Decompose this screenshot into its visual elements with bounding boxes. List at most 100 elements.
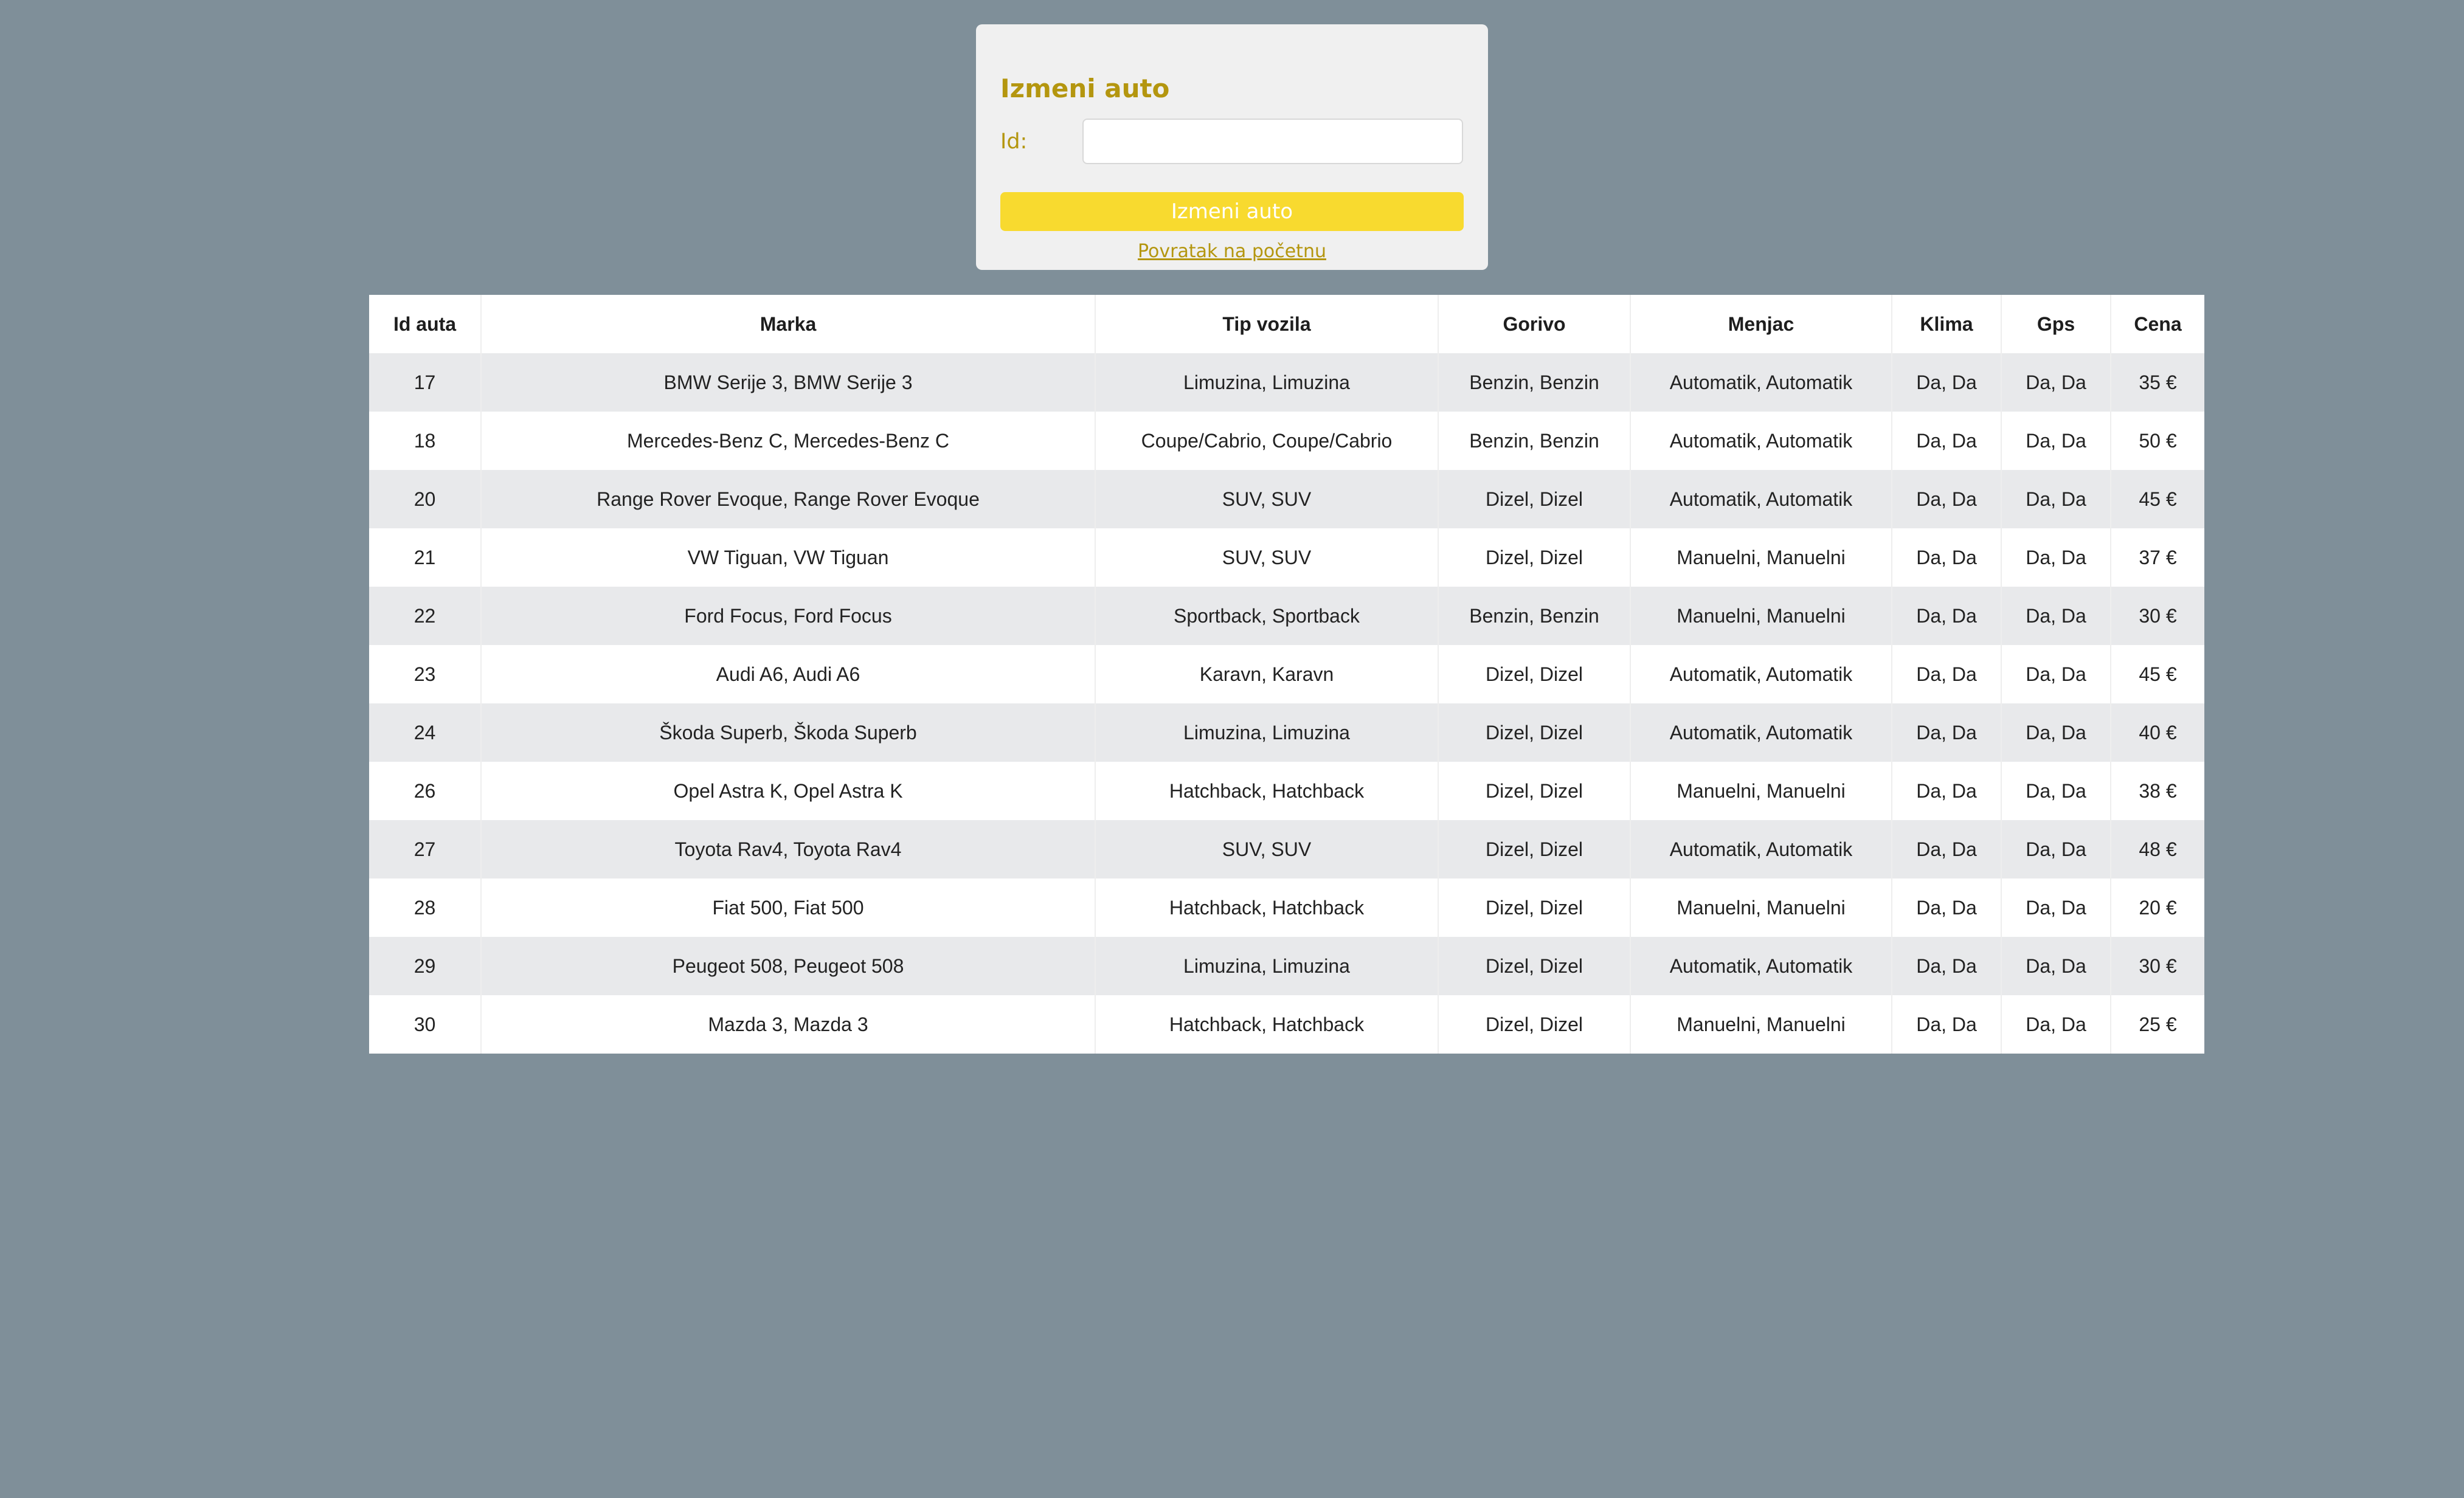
cars-table-container: Id auta Marka Tip vozila Gorivo Menjac K… bbox=[369, 295, 2204, 1054]
table-row: 29 Peugeot 508, Peugeot 508 Limuzina, Limu… bbox=[369, 937, 2204, 995]
cell-menjac: Manuelni, Manuelni bbox=[1630, 878, 1892, 937]
cell-id: 29 bbox=[369, 937, 482, 995]
cell-menjac: Automatik, Automatik bbox=[1630, 412, 1892, 470]
table-row: 17 BMW Serije 3, BMW Serije 3 Limuzina, Li… bbox=[369, 353, 2204, 412]
cell-cena: 37 € bbox=[2111, 528, 2204, 587]
cell-cena: 48 € bbox=[2111, 820, 2204, 878]
cell-gps: Da, Da bbox=[2001, 878, 2111, 937]
table-row: 26 Opel Astra K, Opel Astra K Hatchback, H… bbox=[369, 762, 2204, 820]
cell-klima: Da, Da bbox=[1892, 937, 2002, 995]
column-header-gps: Gps bbox=[2001, 295, 2111, 353]
cell-gorivo: Dizel, Dizel bbox=[1438, 820, 1631, 878]
table-row: 27 Toyota Rav4, Toyota Rav4 SUV, SUV Dizel,… bbox=[369, 820, 2204, 878]
cell-menjac: Automatik, Automatik bbox=[1630, 820, 1892, 878]
cell-menjac: Automatik, Automatik bbox=[1630, 353, 1892, 412]
column-header-cena: Cena bbox=[2111, 295, 2204, 353]
cell-tip-vozila: Limuzina, Limuzina bbox=[1095, 703, 1439, 762]
table-row: 21 VW Tiguan, VW Tiguan SUV, SUV Dizel, Diz… bbox=[369, 528, 2204, 587]
cell-cena: 30 € bbox=[2111, 587, 2204, 645]
cars-table: Id auta Marka Tip vozila Gorivo Menjac K… bbox=[369, 295, 2204, 1054]
cell-menjac: Manuelni, Manuelni bbox=[1630, 995, 1892, 1054]
cell-cena: 45 € bbox=[2111, 645, 2204, 703]
cell-klima: Da, Da bbox=[1892, 703, 2002, 762]
cell-tip-vozila: SUV, SUV bbox=[1095, 820, 1439, 878]
cell-id: 22 bbox=[369, 587, 482, 645]
cell-tip-vozila: Karavn, Karavn bbox=[1095, 645, 1439, 703]
cell-marka: Range Rover Evoque, Range Rover Evoque bbox=[481, 470, 1096, 528]
column-header-gorivo: Gorivo bbox=[1438, 295, 1631, 353]
cell-klima: Da, Da bbox=[1892, 528, 2002, 587]
cell-marka: Peugeot 508, Peugeot 508 bbox=[481, 937, 1096, 995]
cell-tip-vozila: Hatchback, Hatchback bbox=[1095, 762, 1439, 820]
cell-marka: Mercedes-Benz C, Mercedes-Benz C bbox=[481, 412, 1096, 470]
cell-marka: BMW Serije 3, BMW Serije 3 bbox=[481, 353, 1096, 412]
cell-gorivo: Dizel, Dizel bbox=[1438, 645, 1631, 703]
cell-menjac: Automatik, Automatik bbox=[1630, 937, 1892, 995]
cell-gps: Da, Da bbox=[2001, 353, 2111, 412]
cell-gps: Da, Da bbox=[2001, 587, 2111, 645]
id-input[interactable] bbox=[1082, 119, 1463, 164]
cell-menjac: Automatik, Automatik bbox=[1630, 645, 1892, 703]
cell-marka: Škoda Superb, Škoda Superb bbox=[481, 703, 1096, 762]
cell-tip-vozila: SUV, SUV bbox=[1095, 470, 1439, 528]
form-title: Izmeni auto bbox=[1000, 74, 1170, 103]
cell-klima: Da, Da bbox=[1892, 470, 2002, 528]
cell-id: 27 bbox=[369, 820, 482, 878]
cell-gps: Da, Da bbox=[2001, 937, 2111, 995]
cell-gorivo: Dizel, Dizel bbox=[1438, 878, 1631, 937]
cell-cena: 50 € bbox=[2111, 412, 2204, 470]
table-row: 24 Škoda Superb, Škoda Superb Limuzina, Li… bbox=[369, 703, 2204, 762]
cell-tip-vozila: Limuzina, Limuzina bbox=[1095, 937, 1439, 995]
table-header-row: Id auta Marka Tip vozila Gorivo Menjac K… bbox=[369, 295, 2204, 353]
cell-gorivo: Dizel, Dizel bbox=[1438, 703, 1631, 762]
cell-klima: Da, Da bbox=[1892, 762, 2002, 820]
cell-gps: Da, Da bbox=[2001, 645, 2111, 703]
cell-tip-vozila: Hatchback, Hatchback bbox=[1095, 995, 1439, 1054]
cell-id: 20 bbox=[369, 470, 482, 528]
table-row: 23 Audi A6, Audi A6 Karavn, Karavn Dizel, D… bbox=[369, 645, 2204, 703]
cell-menjac: Automatik, Automatik bbox=[1630, 703, 1892, 762]
cell-marka: Mazda 3, Mazda 3 bbox=[481, 995, 1096, 1054]
cell-menjac: Manuelni, Manuelni bbox=[1630, 528, 1892, 587]
cell-klima: Da, Da bbox=[1892, 645, 2002, 703]
table-body: 17 BMW Serije 3, BMW Serije 3 Limuzina, Li… bbox=[369, 353, 2204, 1054]
cell-id: 26 bbox=[369, 762, 482, 820]
cell-id: 28 bbox=[369, 878, 482, 937]
cell-klima: Da, Da bbox=[1892, 587, 2002, 645]
cell-tip-vozila: Sportback, Sportback bbox=[1095, 587, 1439, 645]
cell-menjac: Manuelni, Manuelni bbox=[1630, 762, 1892, 820]
edit-car-button[interactable]: Izmeni auto bbox=[1000, 192, 1464, 231]
cell-id: 17 bbox=[369, 353, 482, 412]
cell-gps: Da, Da bbox=[2001, 412, 2111, 470]
cell-cena: 40 € bbox=[2111, 703, 2204, 762]
cell-marka: Fiat 500, Fiat 500 bbox=[481, 878, 1096, 937]
cell-gorivo: Dizel, Dizel bbox=[1438, 762, 1631, 820]
cell-klima: Da, Da bbox=[1892, 820, 2002, 878]
table-row: 18 Mercedes-Benz C, Mercedes-Benz C Coupe/… bbox=[369, 412, 2204, 470]
cell-tip-vozila: Coupe/Cabrio, Coupe/Cabrio bbox=[1095, 412, 1439, 470]
table-row: 28 Fiat 500, Fiat 500 Hatchback, Hatchback… bbox=[369, 878, 2204, 937]
column-header-klima: Klima bbox=[1892, 295, 2002, 353]
table-row: 20 Range Rover Evoque, Range Rover Evoque… bbox=[369, 470, 2204, 528]
back-to-home-link[interactable]: Povratak na početnu bbox=[976, 238, 1488, 265]
cell-gps: Da, Da bbox=[2001, 762, 2111, 820]
cell-gorivo: Dizel, Dizel bbox=[1438, 528, 1631, 587]
cell-marka: Toyota Rav4, Toyota Rav4 bbox=[481, 820, 1096, 878]
cell-tip-vozila: Limuzina, Limuzina bbox=[1095, 353, 1439, 412]
table-row: 30 Mazda 3, Mazda 3 Hatchback, Hatchback Di… bbox=[369, 995, 2204, 1054]
cell-gps: Da, Da bbox=[2001, 703, 2111, 762]
column-header-id: Id auta bbox=[369, 295, 482, 353]
cell-gorivo: Dizel, Dizel bbox=[1438, 470, 1631, 528]
cell-id: 18 bbox=[369, 412, 482, 470]
column-header-marka: Marka bbox=[481, 295, 1096, 353]
table-row: 22 Ford Focus, Ford Focus Sportback, Sport… bbox=[369, 587, 2204, 645]
cell-menjac: Automatik, Automatik bbox=[1630, 470, 1892, 528]
cell-gorivo: Benzin, Benzin bbox=[1438, 587, 1631, 645]
cell-klima: Da, Da bbox=[1892, 995, 2002, 1054]
cell-cena: 20 € bbox=[2111, 878, 2204, 937]
cell-id: 23 bbox=[369, 645, 482, 703]
cell-cena: 45 € bbox=[2111, 470, 2204, 528]
cell-gps: Da, Da bbox=[2001, 470, 2111, 528]
cell-klima: Da, Da bbox=[1892, 878, 2002, 937]
cell-id: 24 bbox=[369, 703, 482, 762]
